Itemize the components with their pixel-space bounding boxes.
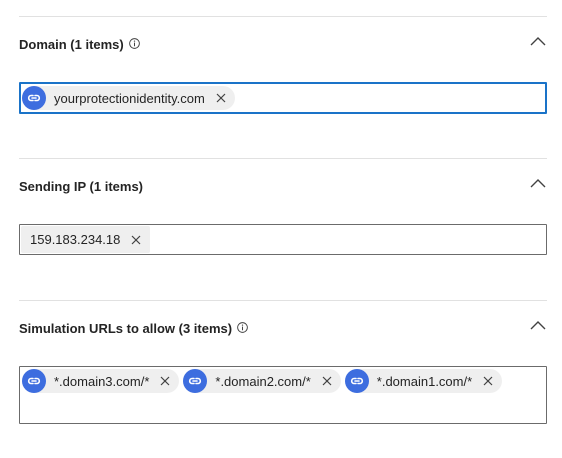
- remove-chip-close-icon[interactable]: [126, 230, 146, 250]
- simulation-urls-picker-input[interactable]: *.domain3.com/* *.domain2.com/* *.domain: [19, 366, 547, 424]
- remove-chip-close-icon[interactable]: [155, 371, 175, 391]
- link-icon: [344, 369, 369, 393]
- simulation-urls-section: Simulation URLs to allow (3 items) *.dom…: [19, 317, 547, 425]
- url-chip: *.domain1.com/*: [344, 369, 503, 393]
- chip-label: 159.183.234.18: [30, 232, 121, 247]
- collapse-chevron-up-icon[interactable]: [529, 319, 547, 331]
- url-chip: *.domain2.com/*: [183, 369, 341, 393]
- divider: [19, 300, 547, 301]
- chip-label: *.domain2.com/*: [215, 373, 311, 389]
- info-icon[interactable]: [237, 321, 248, 333]
- remove-chip-close-icon[interactable]: [478, 371, 498, 391]
- collapse-chevron-up-icon[interactable]: [529, 177, 547, 189]
- domain-picker-input[interactable]: yourprotectionidentity.com: [19, 82, 547, 114]
- divider: [19, 158, 547, 159]
- domain-chip: yourprotectionidentity.com: [22, 86, 235, 110]
- info-icon[interactable]: [128, 37, 140, 49]
- collapse-chevron-up-icon[interactable]: [529, 35, 547, 47]
- link-icon: [183, 369, 208, 393]
- simulation-urls-section-header: Simulation URLs to allow (3 items): [19, 317, 547, 339]
- link-icon: [22, 86, 46, 110]
- url-chip: *.domain3.com/*: [22, 369, 180, 393]
- link-icon: [22, 369, 46, 393]
- simulation-urls-section-title: Simulation URLs to allow (3 items): [19, 320, 233, 336]
- chip-label: *.domain1.com/*: [376, 373, 473, 389]
- sending-ip-section-title: Sending IP (1 items): [19, 178, 144, 194]
- sending-ip-section: Sending IP (1 items) 159.183.234.18: [19, 175, 547, 257]
- remove-chip-close-icon[interactable]: [317, 371, 337, 391]
- ip-chip: 159.183.234.18: [21, 226, 151, 253]
- sending-ip-picker-input[interactable]: 159.183.234.18: [19, 224, 547, 255]
- domain-section: Domain (1 items) yourprotectionidentity.…: [19, 33, 547, 115]
- domain-section-header: Domain (1 items): [19, 33, 547, 55]
- sending-ip-section-header: Sending IP (1 items): [19, 175, 547, 197]
- chip-label: yourprotectionidentity.com: [54, 90, 205, 106]
- remove-chip-close-icon[interactable]: [211, 88, 231, 108]
- chip-label: *.domain3.com/*: [54, 373, 150, 389]
- domain-section-title: Domain (1 items): [19, 36, 124, 52]
- divider: [19, 16, 547, 17]
